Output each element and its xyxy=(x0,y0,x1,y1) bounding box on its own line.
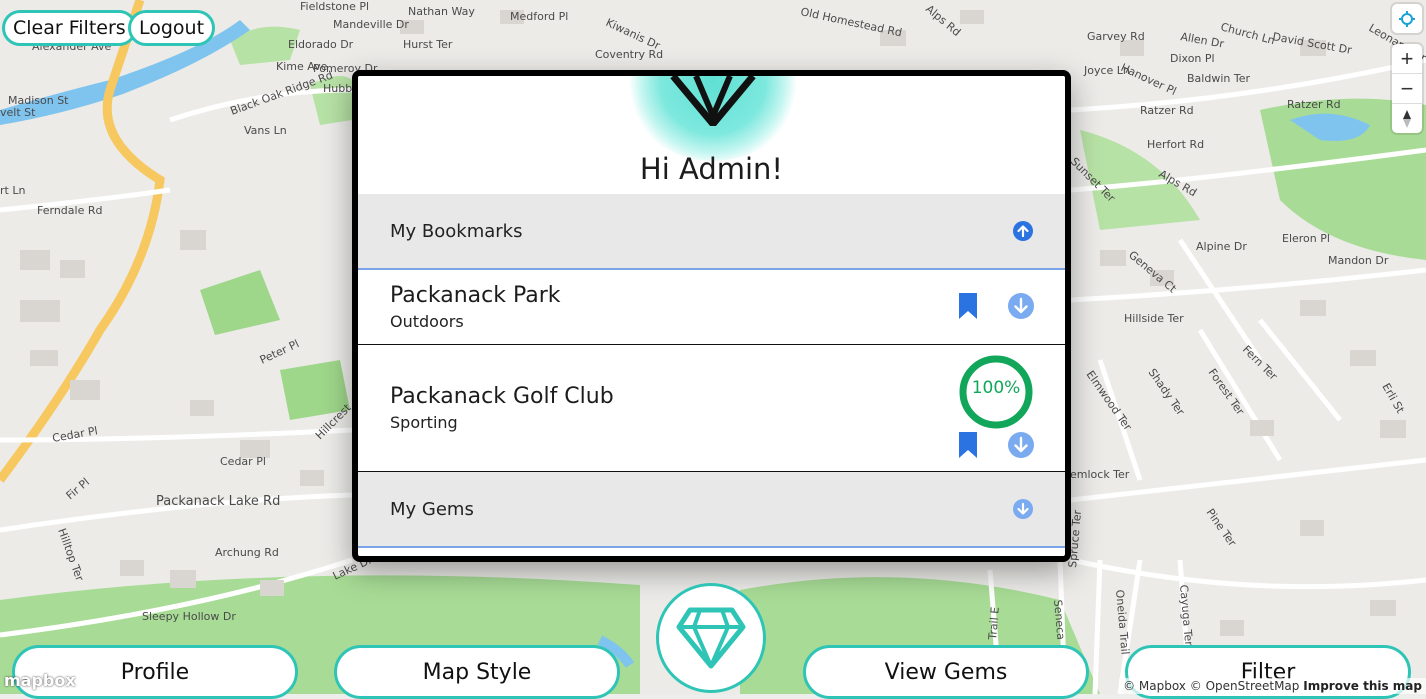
map-label: rt Ln xyxy=(0,184,25,197)
plus-icon[interactable]: + xyxy=(1392,44,1422,74)
bookmark-icon[interactable] xyxy=(958,293,978,319)
modal-header: Hi Admin! xyxy=(358,76,1065,194)
map-label: Alpine Dr xyxy=(1196,240,1247,253)
bookmark-icon[interactable] xyxy=(958,432,978,458)
arrow-up-circle-icon[interactable] xyxy=(1013,221,1033,241)
arrow-down-circle-icon[interactable] xyxy=(1008,293,1034,319)
bookmarks-section-header[interactable]: My Bookmarks xyxy=(358,194,1065,270)
map-style-button[interactable]: Map Style xyxy=(334,645,620,699)
bookmark-item[interactable]: Packanack Park Outdoors xyxy=(358,270,1065,345)
progress-label: 100% xyxy=(958,378,1034,398)
bookmark-category: Outdoors xyxy=(390,312,1033,331)
minus-icon[interactable]: − xyxy=(1392,74,1422,104)
osm-attribution-link[interactable]: © OpenStreetMap xyxy=(1190,679,1300,693)
map-label: Garvey Rd xyxy=(1087,30,1145,43)
bookmark-title: Packanack Park xyxy=(390,283,1033,308)
map-label: Hillside Ter xyxy=(1124,312,1184,325)
navigation-control: + − xyxy=(1392,44,1422,133)
logout-button[interactable]: Logout xyxy=(128,10,215,46)
gem-icon xyxy=(676,607,746,669)
map-label: Eldorado Dr xyxy=(288,38,354,51)
arrow-down-circle-icon[interactable] xyxy=(1008,432,1034,458)
greeting: Hi Admin! xyxy=(358,152,1065,186)
gems-section-header[interactable]: My Gems xyxy=(358,472,1065,548)
map-label: Ferndale Rd xyxy=(37,204,102,217)
geolocate-icon[interactable] xyxy=(1392,4,1422,33)
view-gems-button[interactable]: View Gems xyxy=(803,645,1089,699)
bookmark-category: Sporting xyxy=(390,413,1033,432)
geolocate-control[interactable] xyxy=(1392,4,1422,33)
map-label: Ratzer Rd xyxy=(1140,104,1194,117)
bookmark-item[interactable]: Packanack Golf Club Sporting 100% xyxy=(358,345,1065,472)
map-label: velt St xyxy=(0,106,36,119)
map-label: Baldwin Ter xyxy=(1187,72,1250,85)
attribution: © Mapbox © OpenStreetMap Improve this ma… xyxy=(1119,678,1426,694)
map-label: Mandon Dr xyxy=(1328,254,1389,267)
mapbox-logo[interactable]: mapbox xyxy=(4,671,76,690)
map-label: Herfort Rd xyxy=(1147,138,1204,151)
compass-icon[interactable] xyxy=(1392,104,1422,133)
mapbox-attribution-link[interactable]: © Mapbox xyxy=(1123,679,1186,693)
map-label: Sleepy Hollow Dr xyxy=(142,610,236,623)
map-label: Medford Pl xyxy=(510,10,568,23)
arrow-down-circle-icon[interactable] xyxy=(1013,499,1033,519)
map-label: Fieldstone Pl xyxy=(300,0,369,13)
map-label: Hurst Ter xyxy=(403,38,453,51)
map-label: Packanack Lake Rd xyxy=(156,494,280,509)
progress-ring: 100% xyxy=(958,354,1034,430)
bookmarks-header-label: My Bookmarks xyxy=(390,221,522,242)
bookmark-title: Packanack Golf Club xyxy=(390,384,1033,409)
improve-map-link[interactable]: Improve this map xyxy=(1303,679,1422,693)
map-label: Nathan Way xyxy=(408,5,475,18)
logo-icon xyxy=(668,76,758,126)
map-label: Vans Ln xyxy=(244,124,287,137)
map-label: Mandeville Dr xyxy=(333,18,409,31)
gem-button[interactable] xyxy=(656,583,766,693)
map-label: Eleron Pl xyxy=(1282,232,1330,245)
gems-header-label: My Gems xyxy=(390,499,474,520)
map-label: Coventry Rd xyxy=(595,48,663,61)
profile-modal: Hi Admin! My Bookmarks Packanack Park Ou… xyxy=(352,70,1071,562)
map-label: emlock Ter xyxy=(1070,468,1130,481)
map-label: Ratzer Rd xyxy=(1287,98,1341,111)
map-label: Dixon Pl xyxy=(1170,52,1215,65)
map-label: Archung Rd xyxy=(215,546,279,559)
map-label: Cedar Pl xyxy=(220,455,266,468)
clear-filters-button[interactable]: Clear Filters xyxy=(2,10,137,46)
